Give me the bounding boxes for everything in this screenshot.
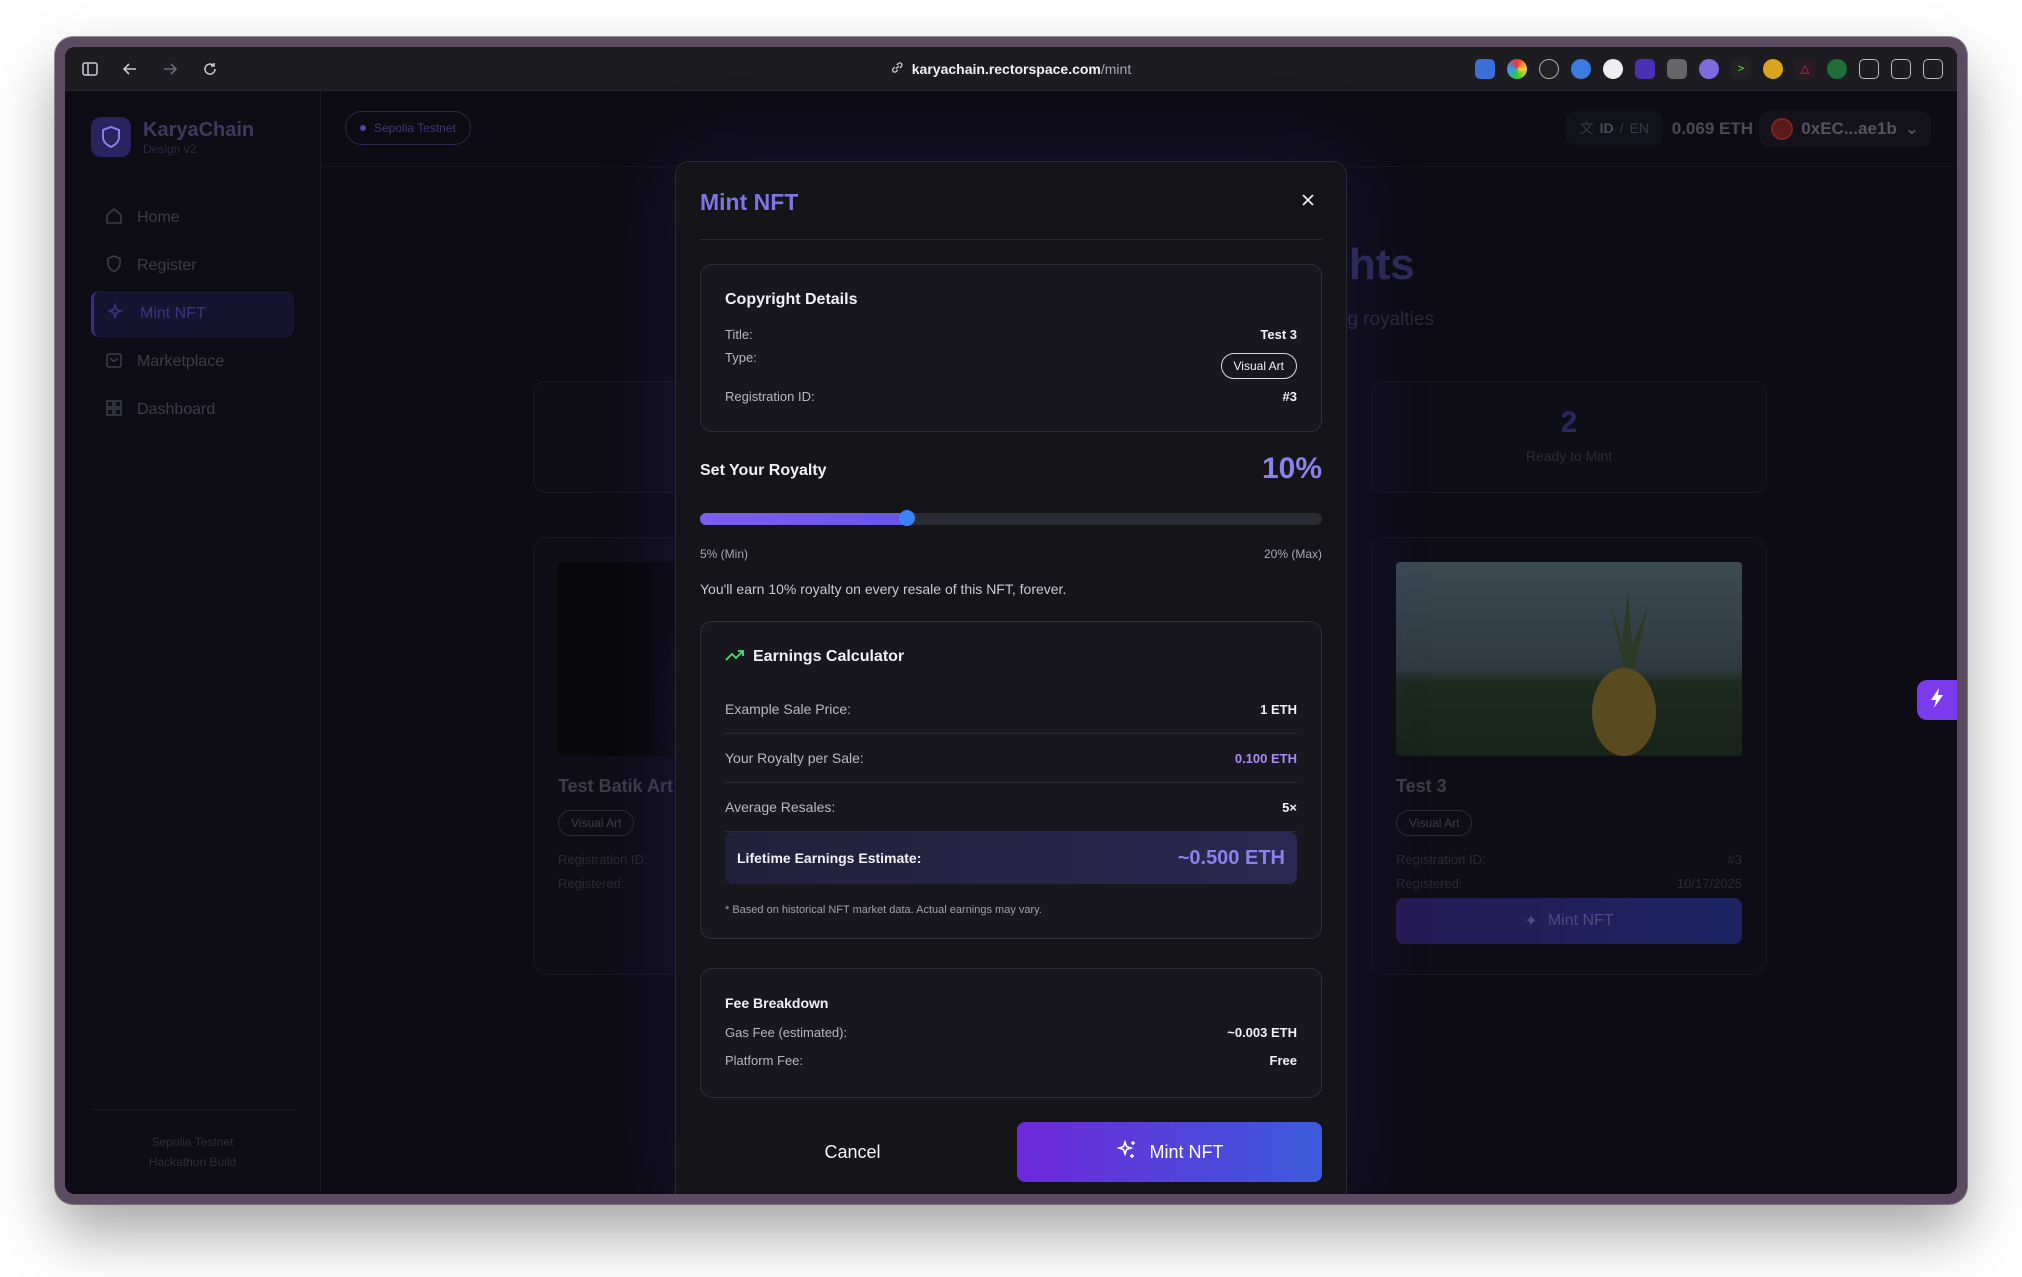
royalty-label: Set Your Royalty [700, 462, 827, 479]
calculator-disclaimer: * Based on historical NFT market data. A… [725, 904, 1042, 916]
extension-icon[interactable] [1667, 58, 1687, 79]
extension-icon[interactable] [1539, 58, 1559, 79]
lifetime-earnings: Lifetime Earnings Estimate: ~0.500 ETH [725, 832, 1297, 884]
royalty-value: 10% [1261, 452, 1322, 485]
browser-window: karyachain.rectorspace.com/mint > △ Kary… [55, 37, 1967, 1204]
slider-fill [700, 513, 908, 525]
platform-fee-value: Free [1269, 1053, 1297, 1068]
calc-label: Example Sale Price: [725, 701, 852, 717]
gas-fee-value: ~0.003 ETH [1227, 1025, 1297, 1040]
calculator-heading-row: Earnings Calculator [725, 648, 904, 666]
royalty-range-labels: 5% (Min) 20% (Max) [700, 547, 1322, 561]
platform-fee-row: Platform Fee: Free [725, 1053, 1297, 1068]
link-icon [891, 61, 904, 77]
fee-heading: Fee Breakdown [725, 995, 829, 1011]
type-row: Type: Visual Art [725, 350, 1297, 379]
trending-up-icon [725, 648, 745, 666]
calc-row-average-resales: Average Resales: 5× [725, 783, 1297, 832]
title-label: Title: [725, 327, 753, 342]
lifetime-value: ~0.500 ETH [1177, 846, 1285, 869]
cancel-button[interactable]: Cancel [700, 1122, 1005, 1182]
browser: karyachain.rectorspace.com/mint > △ Kary… [65, 47, 1957, 1194]
gas-fee-label: Gas Fee (estimated): [725, 1025, 848, 1040]
registration-row: Registration ID: #3 [725, 389, 1297, 404]
calculator-heading: Earnings Calculator [753, 648, 905, 665]
modal-title: Mint NFT [700, 189, 799, 215]
calc-row-royalty-per-sale: Your Royalty per Sale: 0.100 ETH [725, 734, 1297, 783]
sidebar-toggle-icon[interactable] [79, 58, 101, 80]
browser-toolbar: karyachain.rectorspace.com/mint > △ [65, 47, 1957, 91]
close-icon [1301, 193, 1315, 212]
extension-icon[interactable] [1571, 58, 1591, 79]
calc-value: 5× [1282, 799, 1297, 815]
app: KaryaChain Design v2 Home Register Mint … [65, 91, 1957, 1194]
copyright-details-box: Copyright Details Title: Test 3 Type: Vi… [700, 264, 1322, 432]
address-bar[interactable]: karyachain.rectorspace.com/mint [891, 61, 1131, 77]
title-value: Test 3 [1260, 327, 1297, 342]
terminal-icon[interactable]: > [1731, 58, 1751, 79]
royalty-note: You'll earn 10% royalty on every resale … [700, 581, 1067, 597]
extension-icon[interactable] [1475, 58, 1495, 79]
modal-footer: Cancel Mint NFT [700, 1122, 1322, 1182]
url-host: karyachain.rectorspace.com [911, 60, 1101, 77]
slider-thumb[interactable] [899, 510, 916, 526]
url-path: /mint [1100, 60, 1132, 77]
calc-value: 1 ETH [1260, 701, 1297, 717]
close-button[interactable] [1294, 188, 1322, 216]
sparkles-icon [1115, 1139, 1138, 1166]
extension-icon[interactable]: △ [1795, 58, 1815, 79]
copyright-heading: Copyright Details [725, 291, 858, 308]
back-icon[interactable] [119, 58, 141, 80]
extension-icon[interactable] [1859, 58, 1879, 79]
earnings-calculator-box: Earnings Calculator Example Sale Price: … [700, 621, 1322, 939]
extension-icon[interactable] [1763, 58, 1783, 79]
extension-icon[interactable] [1827, 58, 1847, 79]
royalty-min-label: 5% (Min) [700, 547, 749, 561]
royalty-max-label: 20% (Max) [1263, 547, 1322, 561]
mint-nft-modal: Mint NFT Copyright Details Title: Test 3… [675, 161, 1347, 1194]
lifetime-label: Lifetime Earnings Estimate: [737, 850, 922, 866]
calc-value: 0.100 ETH [1234, 750, 1297, 766]
reload-icon[interactable] [199, 58, 221, 80]
gas-fee-row: Gas Fee (estimated): ~0.003 ETH [725, 1025, 1297, 1040]
type-label: Type: [725, 350, 757, 365]
fee-breakdown-box: Fee Breakdown Gas Fee (estimated): ~0.00… [700, 968, 1322, 1098]
type-badge: Visual Art [1220, 353, 1297, 379]
extension-icon[interactable] [1699, 58, 1719, 79]
extensions-bar: > △ [1475, 58, 1943, 79]
extension-icon[interactable] [1507, 58, 1527, 79]
royalty-slider[interactable] [700, 510, 1322, 526]
registration-label: Registration ID: [725, 389, 815, 404]
calc-label: Average Resales: [725, 799, 836, 815]
extension-icon[interactable] [1891, 58, 1911, 79]
modal-header: Mint NFT [700, 162, 1322, 240]
title-row: Title: Test 3 [725, 327, 1297, 342]
extension-icon[interactable] [1635, 58, 1655, 79]
calc-label: Your Royalty per Sale: [725, 750, 864, 766]
mint-button-label: Mint NFT [1149, 1141, 1224, 1162]
registration-value: #3 [1282, 389, 1297, 404]
split-view-icon[interactable] [1923, 58, 1943, 79]
extension-icon[interactable] [1603, 58, 1623, 79]
forward-icon[interactable] [159, 58, 181, 80]
mint-nft-button[interactable]: Mint NFT [1017, 1122, 1322, 1182]
platform-fee-label: Platform Fee: [725, 1053, 804, 1068]
calc-row-sale-price: Example Sale Price: 1 ETH [725, 685, 1297, 734]
